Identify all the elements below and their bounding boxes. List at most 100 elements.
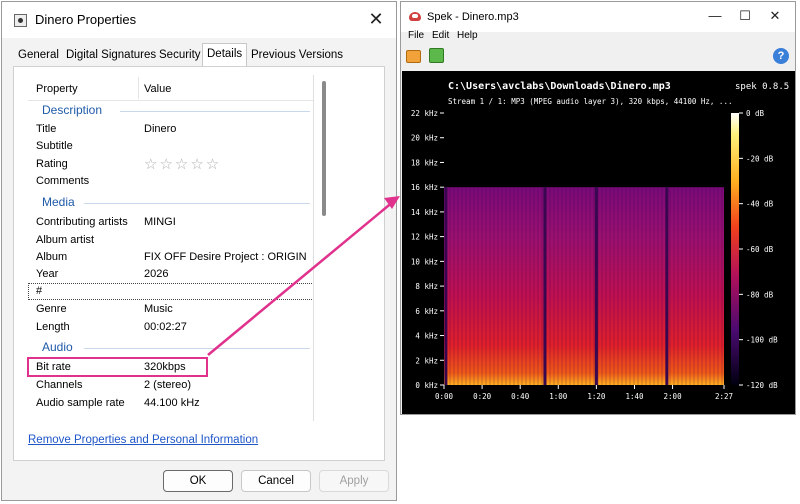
cancel-button[interactable]: Cancel <box>241 470 311 492</box>
time-tick-label: 2:00 <box>664 392 683 401</box>
tab-digital-signatures[interactable]: Digital Signatures <box>62 46 160 66</box>
list-item-genre[interactable]: Genre Music <box>28 301 313 318</box>
file-path: C:\Users\avclabs\Downloads\Dinero.mp3 <box>448 80 671 92</box>
spek-title-bar: Spek - Dinero.mp3 — ☐ ✕ <box>401 2 795 32</box>
property-name: Channels <box>36 379 83 391</box>
frequency-tick-label: 10 kHz <box>411 257 438 266</box>
section-header-description: Description <box>28 102 313 119</box>
list-item-album[interactable]: Album FIX OFF Desire Project : ORIGIN <box>28 249 313 266</box>
db-tick-label: -40 dB <box>746 200 774 209</box>
property-name: Audio sample rate <box>36 397 125 409</box>
tab-security[interactable]: Security <box>155 46 205 66</box>
spek-version: spek 0.8.5 <box>735 82 789 92</box>
spek-logo-icon <box>409 12 421 21</box>
minimize-icon[interactable]: — <box>705 8 725 26</box>
maximize-icon[interactable]: ☐ <box>735 8 755 26</box>
list-item-length[interactable]: Length 00:02:27 <box>28 319 313 336</box>
time-tick-label: 0:20 <box>473 392 492 401</box>
list-item-album-artist[interactable]: Album artist <box>28 232 313 249</box>
property-value: Music <box>144 303 173 315</box>
tab-previous-versions[interactable]: Previous Versions <box>247 46 347 66</box>
dialog-title: Dinero Properties <box>35 12 137 27</box>
save-icon[interactable] <box>429 48 444 63</box>
db-color-scale <box>731 113 739 385</box>
rating-stars[interactable]: ☆☆☆☆☆ <box>144 155 221 173</box>
property-name: Album <box>36 251 68 263</box>
property-name: Length <box>36 321 70 333</box>
property-value: 2026 <box>144 268 169 280</box>
section-divider <box>84 348 310 349</box>
property-name: Contributing artists <box>36 216 128 228</box>
db-tick-label: -60 dB <box>746 245 774 254</box>
section-header-audio: Audio <box>28 339 313 356</box>
list-header: Property Value <box>28 75 313 101</box>
spek-window-title: Spek - Dinero.mp3 <box>427 11 519 23</box>
close-icon[interactable]: ✕ <box>364 8 388 32</box>
ok-button[interactable]: OK <box>163 470 233 492</box>
menu-file[interactable]: File <box>408 30 424 41</box>
time-tick-label: 1:20 <box>587 392 606 401</box>
tab-general[interactable]: General <box>14 46 63 66</box>
property-value: FIX OFF Desire Project : ORIGIN <box>144 251 307 263</box>
close-icon[interactable]: ✕ <box>765 8 785 26</box>
db-tick-label: -100 dB <box>746 336 778 345</box>
column-divider[interactable] <box>138 77 139 99</box>
property-value: 2 (stereo) <box>144 379 192 391</box>
db-axis: 0 dB -20 dB -40 dB -60 dB -80 dB -100 dB -120 … <box>739 109 778 390</box>
list-item-comments[interactable]: Comments <box>28 173 313 190</box>
section-label: Description <box>42 103 103 117</box>
spectrum-gap <box>594 187 598 385</box>
vertical-scrollbar[interactable] <box>320 77 328 419</box>
db-tick-label: -80 dB <box>746 290 774 299</box>
list-item-track-number[interactable]: # <box>28 283 313 300</box>
property-value: Dinero <box>144 123 177 135</box>
time-tick-label: 1:00 <box>549 392 568 401</box>
property-name: Genre <box>36 303 67 315</box>
spek-window: Spek - Dinero.mp3 — ☐ ✕ File Edit Help ? <box>400 1 796 415</box>
apply-button[interactable]: Apply <box>319 470 389 492</box>
property-name: Year <box>36 268 59 280</box>
frequency-tick-label: 4 kHz <box>415 332 438 341</box>
property-name: Subtitle <box>36 140 73 152</box>
section-label: Audio <box>42 340 73 354</box>
menu-edit[interactable]: Edit <box>432 30 449 41</box>
property-value: 00:02:27 <box>144 321 187 333</box>
list-item-rating[interactable]: Rating ☆☆☆☆☆ <box>28 155 313 173</box>
property-name: Title <box>36 123 57 135</box>
time-tick-label: 2:27 <box>715 392 733 401</box>
toolbar: ? <box>401 46 795 70</box>
time-tick-label: 0:40 <box>511 392 530 401</box>
column-header-property[interactable]: Property <box>36 83 78 95</box>
db-tick-label: -20 dB <box>746 154 774 163</box>
time-axis: 0:00 0:20 0:40 1:00 1:20 1:40 2:00 2:27 <box>435 385 733 401</box>
list-item-audio-sample-rate[interactable]: Audio sample rate 44.100 kHz <box>28 395 313 412</box>
time-tick-label: 0:00 <box>435 392 454 401</box>
section-divider <box>120 111 310 112</box>
tab-details[interactable]: Details <box>202 43 248 67</box>
spectrogram-canvas: C:\Users\avclabs\Downloads\Dinero.mp3 St… <box>402 71 795 414</box>
property-name: Comments <box>36 175 90 187</box>
dialog-title-bar: Dinero Properties ✕ <box>2 2 396 38</box>
menu-bar: File Edit Help <box>401 29 795 45</box>
column-header-value[interactable]: Value <box>144 83 171 95</box>
help-icon[interactable]: ? <box>773 48 789 64</box>
list-item-year[interactable]: Year 2026 <box>28 266 313 283</box>
remove-properties-link[interactable]: Remove Properties and Personal Informati… <box>28 434 258 446</box>
property-value: MINGI <box>144 216 176 228</box>
open-folder-icon[interactable] <box>406 50 421 63</box>
frequency-tick-label: 0 kHz <box>415 381 438 390</box>
frequency-tick-label: 8 kHz <box>415 282 438 291</box>
scrollbar-thumb[interactable] <box>322 81 326 216</box>
menu-help[interactable]: Help <box>457 30 478 41</box>
property-name: # <box>36 285 43 297</box>
properties-dialog: Dinero Properties ✕ General Digital Sign… <box>1 1 397 501</box>
list-item-subtitle[interactable]: Subtitle <box>28 138 313 155</box>
db-tick-label: 0 dB <box>746 109 765 118</box>
list-item-channels[interactable]: Channels 2 (stereo) <box>28 377 313 394</box>
bit-rate-highlight-box <box>27 357 208 377</box>
stream-info: Stream 1 / 1: MP3 (MPEG audio layer 3), … <box>448 97 732 106</box>
frequency-tick-label: 12 kHz <box>411 233 438 242</box>
file-properties-icon <box>14 14 27 27</box>
list-item-title[interactable]: Title Dinero <box>28 121 313 138</box>
list-item-contributing-artists[interactable]: Contributing artists MINGI <box>28 214 313 231</box>
